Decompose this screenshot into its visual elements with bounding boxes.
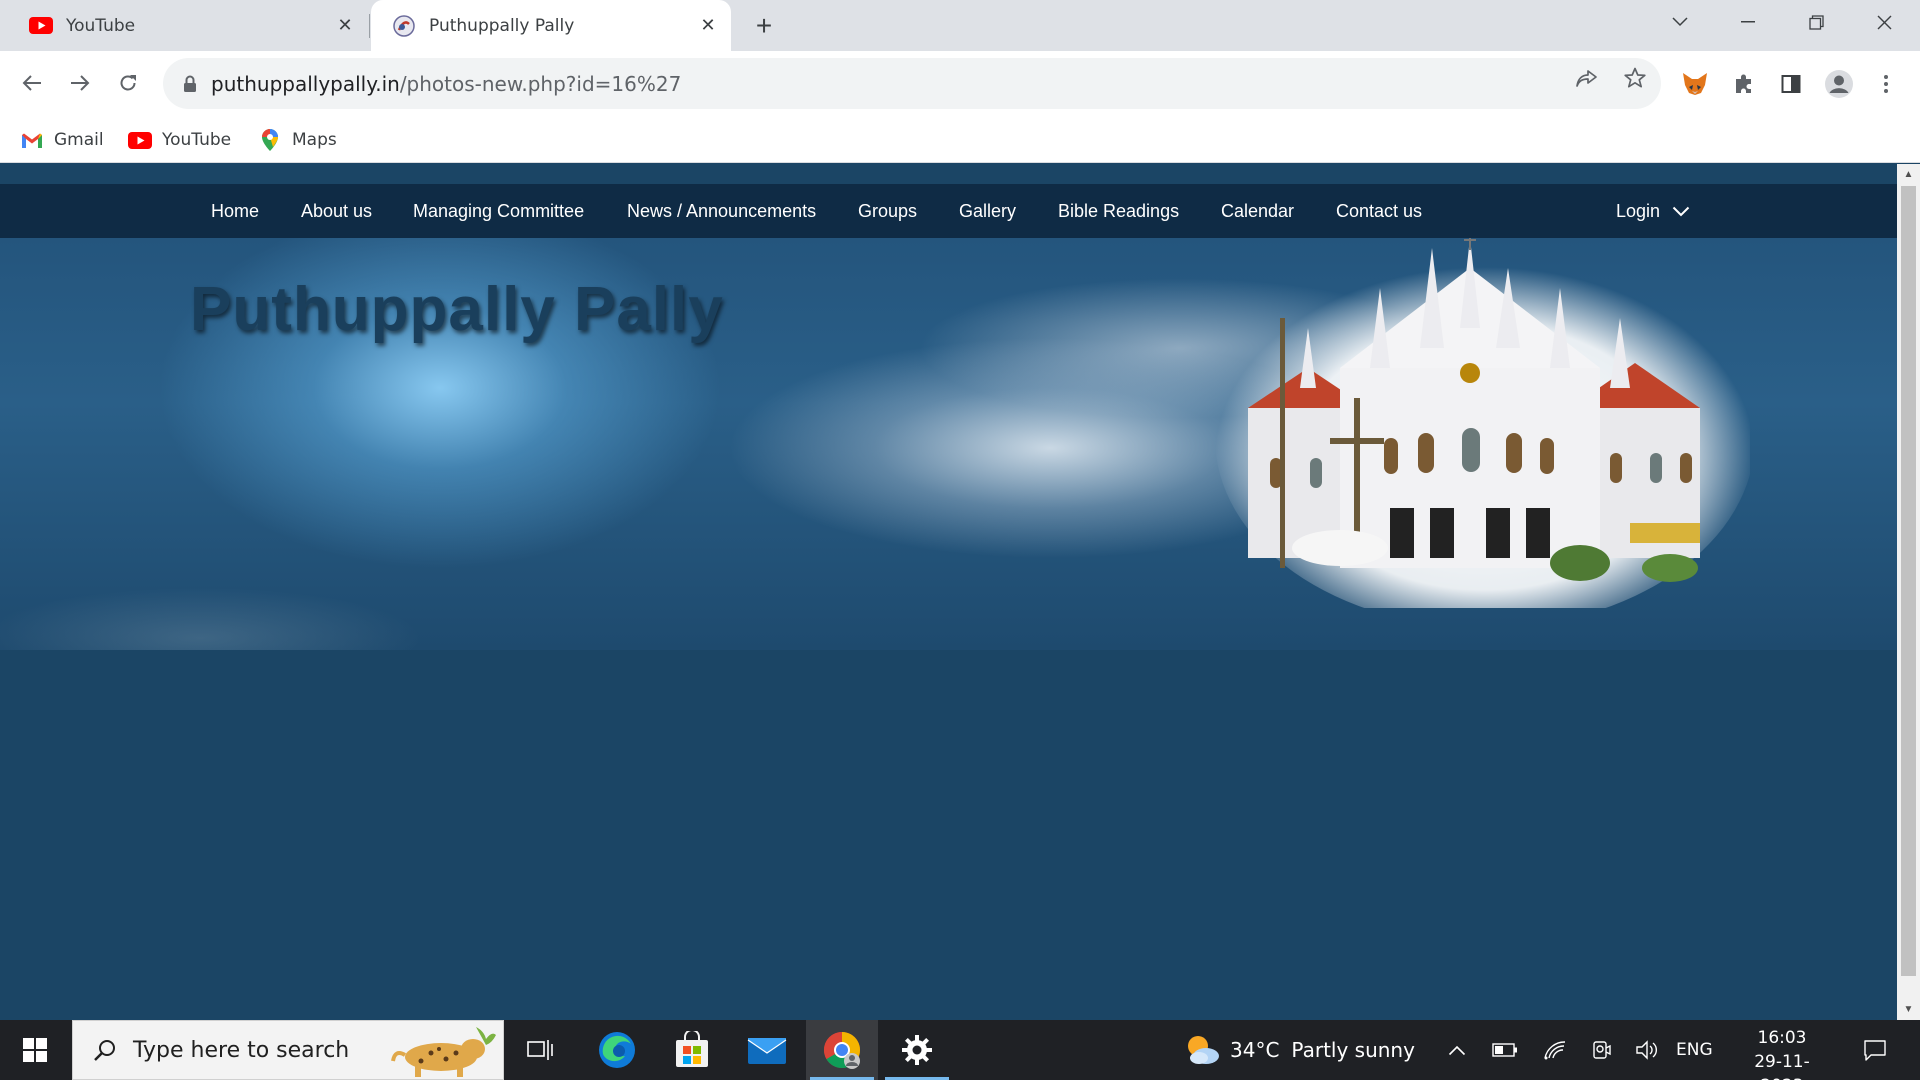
- bookmark-label: YouTube: [162, 130, 232, 150]
- church-favicon: [391, 14, 417, 37]
- mail-icon[interactable]: [731, 1020, 803, 1080]
- site-title: Puthuppally Pally: [190, 275, 724, 344]
- close-tab-icon[interactable]: ✕: [693, 11, 723, 41]
- bookmark-label: Gmail: [54, 130, 104, 150]
- restore-button[interactable]: [1788, 0, 1844, 44]
- url-host: puthuppallypally.in: [211, 71, 400, 96]
- tab-title: Puthuppally Pally: [429, 15, 575, 36]
- taskbar-search-box[interactable]: Type here to search: [72, 1020, 504, 1080]
- partly-sunny-icon: [1184, 1034, 1220, 1066]
- windows-taskbar: Type here to search 34°C Partly sunny EN…: [0, 1020, 1920, 1080]
- search-highlight-leopard-image: [391, 1027, 496, 1077]
- bookmark-gmail[interactable]: Gmail: [20, 125, 104, 155]
- tab-search-chevron-icon[interactable]: [1652, 0, 1708, 44]
- tab-youtube[interactable]: YouTube ✕: [0, 0, 368, 51]
- nav-groups[interactable]: Groups: [858, 184, 917, 238]
- login-label: Login: [1616, 200, 1661, 221]
- bookmarks-bar: Gmail YouTube Maps: [0, 117, 1920, 163]
- microsoft-store-icon[interactable]: [656, 1020, 728, 1080]
- settings-gear-icon[interactable]: [881, 1020, 953, 1080]
- back-button[interactable]: [12, 63, 52, 103]
- chrome-icon[interactable]: [806, 1020, 878, 1080]
- bookmark-youtube[interactable]: YouTube: [128, 125, 231, 155]
- profile-avatar-icon[interactable]: [1819, 64, 1859, 104]
- notification-center-icon[interactable]: [1848, 1020, 1902, 1080]
- task-view-icon[interactable]: [504, 1020, 576, 1080]
- minimize-button[interactable]: [1720, 0, 1776, 44]
- youtube-icon: [28, 16, 54, 36]
- battery-icon[interactable]: [1488, 1020, 1522, 1080]
- close-window-button[interactable]: [1856, 0, 1912, 44]
- chrome-menu-icon[interactable]: [1866, 64, 1906, 104]
- church-image: [1215, 238, 1750, 608]
- scrollbar-thumb[interactable]: [1901, 186, 1916, 976]
- volume-speaker-icon[interactable]: [1630, 1020, 1664, 1080]
- bookmark-label: Maps: [292, 130, 337, 150]
- extensions-puzzle-icon[interactable]: [1724, 64, 1764, 104]
- gmail-icon: [20, 130, 44, 150]
- page-scrollbar[interactable]: ▲ ▼: [1897, 164, 1920, 1020]
- site-navbar: Home About us Managing Committee News / …: [0, 184, 1897, 238]
- system-clock[interactable]: 16:03 29-11-2023: [1734, 1026, 1830, 1080]
- login-dropdown[interactable]: Login: [1616, 184, 1690, 238]
- input-language-indicator[interactable]: ENG: [1676, 1020, 1713, 1080]
- tab-puthuppally-pally[interactable]: Puthuppally Pally ✕: [371, 0, 731, 51]
- search-placeholder: Type here to search: [133, 1037, 350, 1063]
- weather-widget[interactable]: 34°C Partly sunny: [1184, 1020, 1415, 1080]
- show-hidden-icons-chevron-up-icon[interactable]: [1442, 1020, 1472, 1080]
- share-icon[interactable]: [1574, 65, 1600, 91]
- nav-home[interactable]: Home: [211, 184, 259, 238]
- clock-date: 29-11-2023: [1754, 1052, 1810, 1080]
- bookmark-maps[interactable]: Maps: [258, 125, 337, 155]
- youtube-icon: [128, 130, 152, 150]
- address-bar[interactable]: puthuppallypally.in/photos-new.php?id=16…: [163, 58, 1661, 109]
- page-viewport: Home About us Managing Committee News / …: [0, 164, 1897, 1020]
- scroll-up-arrow-icon[interactable]: ▲: [1902, 168, 1915, 181]
- nav-calendar[interactable]: Calendar: [1221, 184, 1294, 238]
- nav-gallery[interactable]: Gallery: [959, 184, 1016, 238]
- new-tab-button[interactable]: +: [748, 10, 780, 42]
- nav-managing-committee[interactable]: Managing Committee: [413, 184, 584, 238]
- side-panel-icon[interactable]: [1771, 64, 1811, 104]
- metamask-fox-icon[interactable]: [1675, 64, 1715, 104]
- tab-title: YouTube: [66, 15, 136, 36]
- url-path: /photos-new.php?id=16%27: [399, 71, 682, 96]
- forward-button[interactable]: [60, 63, 100, 103]
- meet-now-camera-icon[interactable]: [1584, 1020, 1618, 1080]
- browser-toolbar: puthuppallypally.in/photos-new.php?id=16…: [0, 51, 1920, 117]
- url-text: puthuppallypally.in/photos-new.php?id=16…: [211, 72, 681, 96]
- scroll-down-arrow-icon[interactable]: ▼: [1902, 1003, 1915, 1016]
- weather-temp: 34°C: [1230, 1038, 1280, 1062]
- reload-button[interactable]: [108, 63, 148, 103]
- chevron-down-icon: [1672, 206, 1690, 217]
- nav-bible-readings[interactable]: Bible Readings: [1058, 184, 1179, 238]
- nav-about-us[interactable]: About us: [301, 184, 372, 238]
- bookmark-star-icon[interactable]: [1622, 65, 1648, 91]
- windows-start-button[interactable]: [0, 1020, 70, 1080]
- close-tab-icon[interactable]: ✕: [330, 11, 360, 41]
- maps-icon: [258, 129, 282, 151]
- lock-icon[interactable]: [179, 75, 201, 93]
- nav-news-announcements[interactable]: News / Announcements: [627, 184, 816, 238]
- search-icon: [93, 1038, 117, 1062]
- clock-time: 16:03: [1757, 1028, 1807, 1048]
- tab-strip: YouTube ✕ Puthuppally Pally ✕ +: [0, 0, 1920, 51]
- edge-browser-icon[interactable]: [581, 1020, 653, 1080]
- tab-separator: [369, 14, 370, 38]
- network-wifi-icon[interactable]: [1538, 1020, 1572, 1080]
- weather-condition: Partly sunny: [1291, 1038, 1415, 1062]
- nav-contact-us[interactable]: Contact us: [1336, 184, 1422, 238]
